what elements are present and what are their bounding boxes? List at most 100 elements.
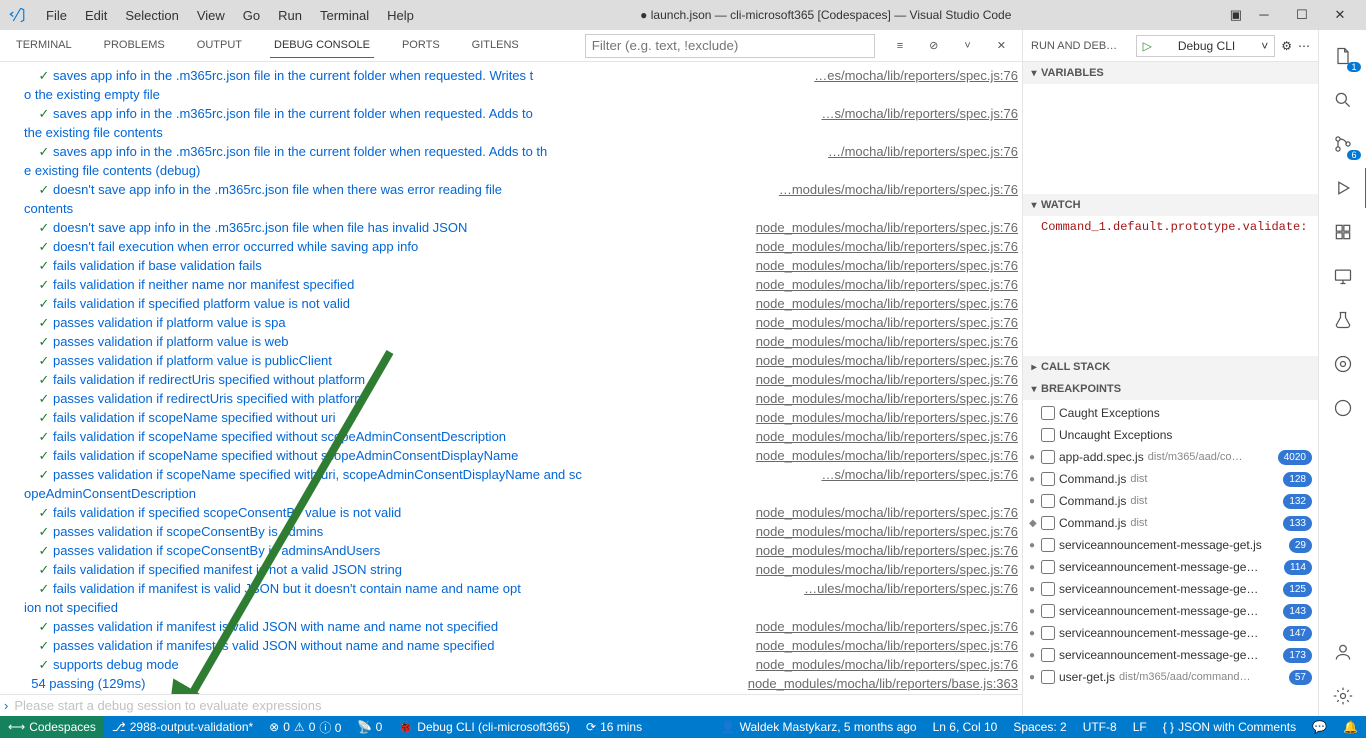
breakpoint-item[interactable]: ●serviceannouncement-message-ge…173 [1023, 644, 1318, 666]
layout-icon[interactable]: ▣ [1230, 7, 1242, 23]
source-link[interactable]: node_modules/mocha/lib/reporters/spec.js… [740, 389, 1018, 408]
menu-go[interactable]: Go [235, 6, 268, 25]
extensions-icon[interactable] [1319, 212, 1366, 252]
start-debug-icon[interactable]: ▷ [1143, 39, 1152, 53]
settings-dropdown-icon[interactable]: ≡ [893, 40, 907, 52]
source-link[interactable]: node_modules/mocha/lib/reporters/spec.js… [740, 446, 1018, 465]
panel-tab-gitlens[interactable]: GITLENS [468, 33, 523, 58]
menu-view[interactable]: View [189, 6, 233, 25]
breakpoint-checkbox[interactable] [1041, 428, 1055, 442]
codespaces-status[interactable]: ⟷Codespaces [0, 716, 104, 738]
breakpoint-checkbox[interactable] [1041, 450, 1055, 464]
source-link[interactable]: …modules/mocha/lib/reporters/spec.js:76 [763, 180, 1018, 199]
run-debug-icon[interactable] [1319, 168, 1366, 208]
source-link[interactable]: node_modules/mocha/lib/reporters/spec.js… [740, 560, 1018, 579]
breakpoint-item[interactable]: ●app-add.spec.jsdist/m365/aad/co…4020 [1023, 446, 1318, 468]
testing-icon[interactable] [1319, 300, 1366, 340]
clear-console-icon[interactable]: ⊘ [925, 39, 942, 52]
close-button[interactable]: ✕ [1326, 7, 1354, 23]
breakpoint-checkbox[interactable] [1041, 472, 1055, 486]
search-icon[interactable] [1319, 80, 1366, 120]
panel-tab-output[interactable]: OUTPUT [193, 33, 246, 58]
breakpoint-item[interactable]: ●serviceannouncement-message-ge…143 [1023, 600, 1318, 622]
breakpoint-item[interactable]: ●serviceannouncement-message-get.js29 [1023, 534, 1318, 556]
problems-status[interactable]: ⊗0 ⚠0 ⓘ 0 [261, 716, 349, 738]
breakpoint-checkbox[interactable] [1041, 406, 1055, 420]
source-link[interactable]: …s/mocha/lib/reporters/spec.js:76 [805, 104, 1018, 123]
close-panel-icon[interactable]: ✕ [993, 39, 1010, 52]
source-link[interactable]: node_modules/mocha/lib/reporters/spec.js… [740, 617, 1018, 636]
section-breakpoints[interactable]: ▾BREAKPOINTS [1023, 378, 1318, 400]
section-variables[interactable]: ▾VARIABLES [1023, 62, 1318, 84]
filter-input[interactable] [585, 34, 875, 58]
source-link[interactable]: node_modules/mocha/lib/reporters/spec.js… [740, 408, 1018, 427]
explorer-icon[interactable]: 1 [1319, 36, 1366, 76]
debug-target-status[interactable]: 🐞 Debug CLI (cli-microsoft365) [390, 716, 578, 738]
source-link[interactable]: node_modules/mocha/lib/reporters/spec.js… [740, 256, 1018, 275]
manage-gear-icon[interactable] [1319, 676, 1366, 716]
panel-tab-debug-console[interactable]: DEBUG CONSOLE [270, 33, 374, 58]
source-link[interactable]: node_modules/mocha/lib/reporters/spec.js… [740, 218, 1018, 237]
accounts-icon[interactable] [1319, 632, 1366, 672]
menu-selection[interactable]: Selection [117, 6, 186, 25]
breakpoint-item[interactable]: ●serviceannouncement-message-ge…114 [1023, 556, 1318, 578]
source-link[interactable]: node_modules/mocha/lib/reporters/spec.js… [740, 332, 1018, 351]
source-link[interactable]: node_modules/mocha/lib/reporters/spec.js… [740, 541, 1018, 560]
github-icon[interactable] [1319, 388, 1366, 428]
menu-terminal[interactable]: Terminal [312, 6, 377, 25]
source-link[interactable]: node_modules/mocha/lib/reporters/spec.js… [740, 655, 1018, 674]
source-link[interactable]: …/mocha/lib/reporters/spec.js:76 [812, 142, 1018, 161]
source-link[interactable]: node_modules/mocha/lib/reporters/spec.js… [740, 636, 1018, 655]
breakpoint-checkbox[interactable] [1041, 648, 1055, 662]
time-status[interactable]: ⟳ 16 mins [578, 716, 650, 738]
minimize-button[interactable]: ─ [1250, 7, 1278, 23]
breakpoint-checkbox[interactable] [1041, 560, 1055, 574]
remote-explorer-icon[interactable] [1319, 256, 1366, 296]
indentation-status[interactable]: Spaces: 2 [1005, 716, 1074, 738]
source-link[interactable]: node_modules/mocha/lib/reporters/spec.js… [740, 313, 1018, 332]
source-link[interactable]: node_modules/mocha/lib/reporters/spec.js… [740, 370, 1018, 389]
source-link[interactable]: …s/mocha/lib/reporters/spec.js:76 [805, 465, 1018, 484]
panel-tab-problems[interactable]: PROBLEMS [100, 33, 169, 58]
breakpoint-checkbox[interactable] [1041, 538, 1055, 552]
git-blame-status[interactable]: 👤 Waldek Mastykarz, 5 months ago [713, 716, 925, 738]
more-icon[interactable]: ⋯ [1298, 39, 1310, 53]
source-link[interactable]: node_modules/mocha/lib/reporters/spec.js… [740, 522, 1018, 541]
breakpoint-item[interactable]: ●user-get.jsdist/m365/aad/command…57 [1023, 666, 1318, 688]
menu-run[interactable]: Run [270, 6, 310, 25]
notifications-icon[interactable]: 🔔 [1335, 716, 1366, 738]
gitlens-icon[interactable] [1319, 344, 1366, 384]
gear-icon[interactable]: ⚙ [1281, 39, 1292, 53]
menu-help[interactable]: Help [379, 6, 422, 25]
breakpoint-item[interactable]: ●serviceannouncement-message-ge…125 [1023, 578, 1318, 600]
chevron-down-icon[interactable]: ˅ [1261, 39, 1268, 53]
git-branch-status[interactable]: ⎇2988-output-validation* [104, 716, 261, 738]
source-link[interactable]: node_modules/mocha/lib/reporters/spec.js… [740, 275, 1018, 294]
source-control-icon[interactable]: 6 [1319, 124, 1366, 164]
source-link[interactable]: node_modules/mocha/lib/reporters/spec.js… [740, 351, 1018, 370]
ports-status[interactable]: 📡 0 [349, 716, 390, 738]
breakpoint-item[interactable]: ●serviceannouncement-message-ge…147 [1023, 622, 1318, 644]
breakpoint-item[interactable]: ◆Command.jsdist133 [1023, 512, 1318, 534]
encoding-status[interactable]: UTF-8 [1075, 716, 1125, 738]
panel-tab-terminal[interactable]: TERMINAL [12, 33, 76, 58]
breakpoint-checkbox[interactable] [1041, 670, 1055, 684]
debug-repl-input[interactable]: › Please start a debug session to evalua… [0, 694, 1022, 716]
source-link[interactable]: node_modules/mocha/lib/reporters/spec.js… [740, 503, 1018, 522]
watch-expression[interactable]: Command_1.default.prototype.validate: [1023, 218, 1318, 236]
eol-status[interactable]: LF [1125, 716, 1155, 738]
language-mode[interactable]: { } JSON with Comments [1155, 716, 1304, 738]
chevron-down-icon[interactable]: ˅ [960, 40, 974, 52]
source-link[interactable]: node_modules/mocha/lib/reporters/base.js… [732, 674, 1018, 693]
source-link[interactable]: node_modules/mocha/lib/reporters/spec.js… [740, 427, 1018, 446]
section-callstack[interactable]: ▸CALL STACK [1023, 356, 1318, 378]
maximize-button[interactable]: ☐ [1288, 7, 1316, 23]
breakpoint-checkbox[interactable] [1041, 582, 1055, 596]
breakpoint-checkbox[interactable] [1041, 516, 1055, 530]
source-link[interactable]: …es/mocha/lib/reporters/spec.js:76 [798, 66, 1018, 85]
breakpoint-checkbox[interactable] [1041, 494, 1055, 508]
source-link[interactable]: node_modules/mocha/lib/reporters/spec.js… [740, 294, 1018, 313]
feedback-icon[interactable]: 💬 [1304, 716, 1335, 738]
breakpoint-item[interactable]: ●Command.jsdist132 [1023, 490, 1318, 512]
panel-tab-ports[interactable]: PORTS [398, 33, 444, 58]
